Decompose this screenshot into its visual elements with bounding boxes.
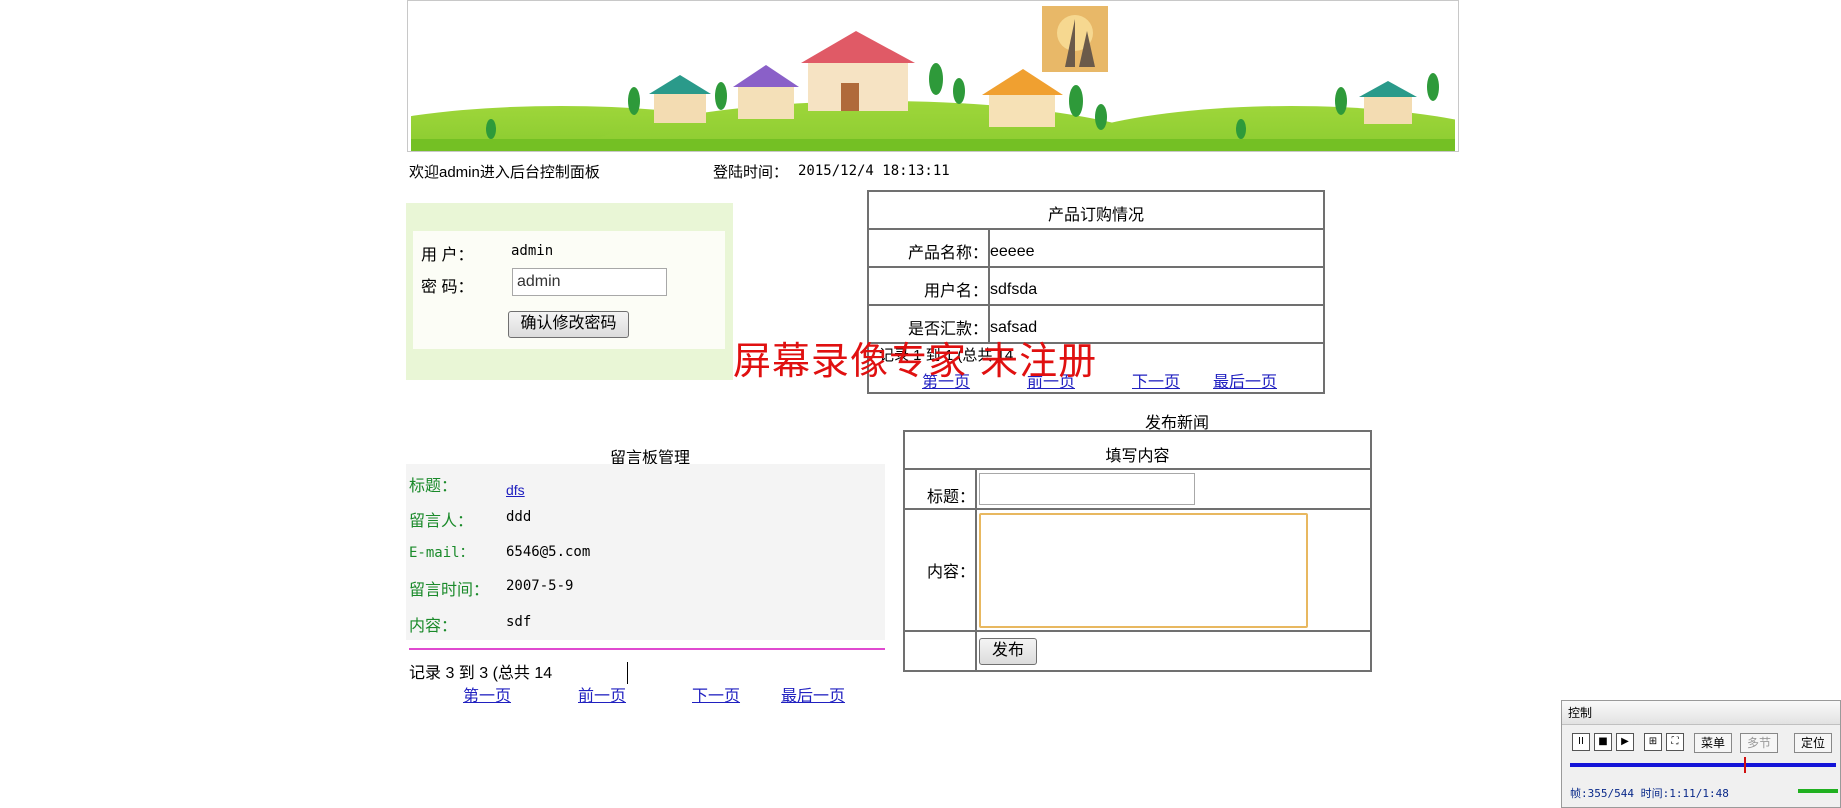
recorder-menu-button[interactable]: 菜单 [1694,733,1733,753]
news-content-label: 内容： [903,508,977,632]
stop-icon[interactable]: ■ [1594,733,1612,751]
login-time-value: 2015/12/4 18:13:11 [798,163,950,179]
recorder-multi-button: 多节 [1740,733,1779,753]
news-title-input[interactable] [979,473,1195,505]
watermark-text: 屏幕录像专家 未注册 [733,339,1098,383]
confirm-password-button[interactable]: 确认修改密码 [508,311,629,338]
news-content-textarea[interactable] [979,513,1308,628]
gb-title-label: 标题： [409,478,458,495]
gb-pager-last[interactable]: 最后一页 [781,682,845,706]
gb-pager-next[interactable]: 下一页 [692,682,740,706]
news-title-label: 标题： [903,468,977,510]
order-table-title: 产品订购情况 [867,190,1325,230]
gb-author-value: ddd [506,509,532,525]
table-row: 产品名称： eeeee [867,228,1325,268]
order-row-label: 用户名： [867,266,990,306]
news-content-cell [975,508,1372,632]
recorder-control-panel: 控制 II ■ ▶ ⊞ ⛶ 菜单 多节 定位 帧:355/544 时间:1:11… [1561,700,1841,808]
gb-pager-first[interactable]: 第一页 [463,682,511,706]
guestbook-divider [409,648,885,650]
recorder-locate-button[interactable]: 定位 [1794,733,1833,753]
login-time-label: 登陆时间： [713,164,789,181]
gb-author-label: 留言人： [409,513,474,530]
gb-content-label: 内容： [409,618,458,635]
news-form-table: 填写内容 标题： 内容： 发布 [903,430,1372,672]
password-field[interactable] [512,268,667,296]
gb-time-value: 2007-5-9 [506,578,574,594]
gb-email-value: 6546@5.com [506,544,591,560]
order-row-value: sdfsda [988,266,1325,306]
order-pager-last[interactable]: 最后一页 [1213,368,1277,392]
volume-slider[interactable] [1798,789,1838,793]
welcome-text: 欢迎admin进入后台控制面板 [409,164,600,181]
order-pager-next[interactable]: 下一页 [1132,368,1180,392]
fullscreen-icon[interactable]: ⛶ [1666,733,1684,751]
order-row-value: eeeee [988,228,1325,268]
gb-title-link[interactable]: dfs [506,482,525,498]
password-label: 密 码： [421,279,474,296]
village-banner-image [411,1,1455,151]
gb-time-label: 留言时间： [409,582,490,599]
recorder-progress-marker[interactable] [1743,757,1746,773]
gb-email-label: E-mail： [409,545,474,561]
recorder-title: 控制 [1562,701,1840,725]
guestbook-entry: 标题： dfs 留言人： ddd E-mail： 6546@5.com 留言时间… [406,464,885,640]
fit-window-icon[interactable]: ⊞ [1644,733,1662,751]
header-banner [407,0,1459,152]
user-value: admin [511,243,554,259]
table-row: 用户名： sdfsda [867,266,1325,306]
news-table-title: 填写内容 [903,430,1372,470]
news-button-cell: 发布 [975,630,1372,672]
pause-icon[interactable]: II [1572,733,1590,751]
gb-pager-prev[interactable]: 前一页 [578,682,626,706]
publish-button[interactable]: 发布 [979,638,1037,665]
gb-content-value: sdf [506,614,532,630]
news-empty-cell [903,630,977,672]
recorder-progress-track[interactable] [1570,757,1836,773]
order-row-label: 产品名称： [867,228,990,268]
user-label: 用 户： [421,247,474,264]
recorder-status: 帧:355/544 时间:1:11/1:48 [1570,787,1729,800]
guestbook-records-text: 记录 3 到 3 (总共 14 [409,665,553,682]
step-icon[interactable]: ▶ [1616,733,1634,751]
news-title-cell [975,468,1372,510]
text-cursor-icon [627,662,630,684]
